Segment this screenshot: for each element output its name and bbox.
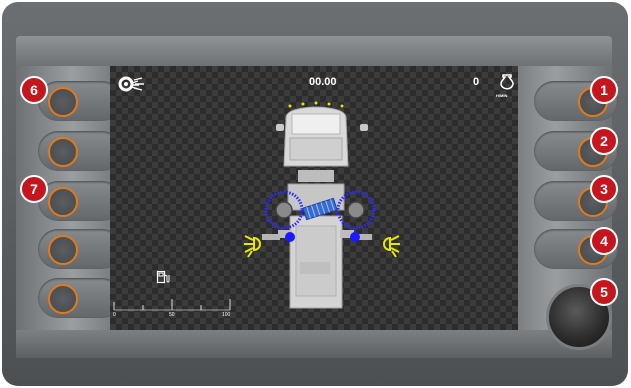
button-ring xyxy=(48,284,78,314)
callout-badge-4: 4 xyxy=(590,227,618,255)
button-ring xyxy=(48,137,78,167)
callout-badge-7: 7 xyxy=(20,175,48,203)
work-light-right-icon xyxy=(383,235,400,258)
screen-bezel-top xyxy=(16,36,612,66)
callout-badge-3: 3 xyxy=(590,175,618,203)
callout-badge-1: 1 xyxy=(590,76,618,104)
work-light-left-icon xyxy=(244,235,261,258)
callout-badge-2: 2 xyxy=(590,127,618,155)
screen-bezel-bottom xyxy=(16,330,612,358)
callout-badge-6: 6 xyxy=(20,76,48,104)
button-ring xyxy=(48,87,78,117)
button-ring xyxy=(48,187,78,217)
sweeper-truck-diagram xyxy=(262,101,376,309)
callout-badge-5: 5 xyxy=(590,278,618,306)
button-ring xyxy=(48,235,78,265)
display-screen: 00.00 0 H/MIN 0 50 100 xyxy=(110,66,518,330)
